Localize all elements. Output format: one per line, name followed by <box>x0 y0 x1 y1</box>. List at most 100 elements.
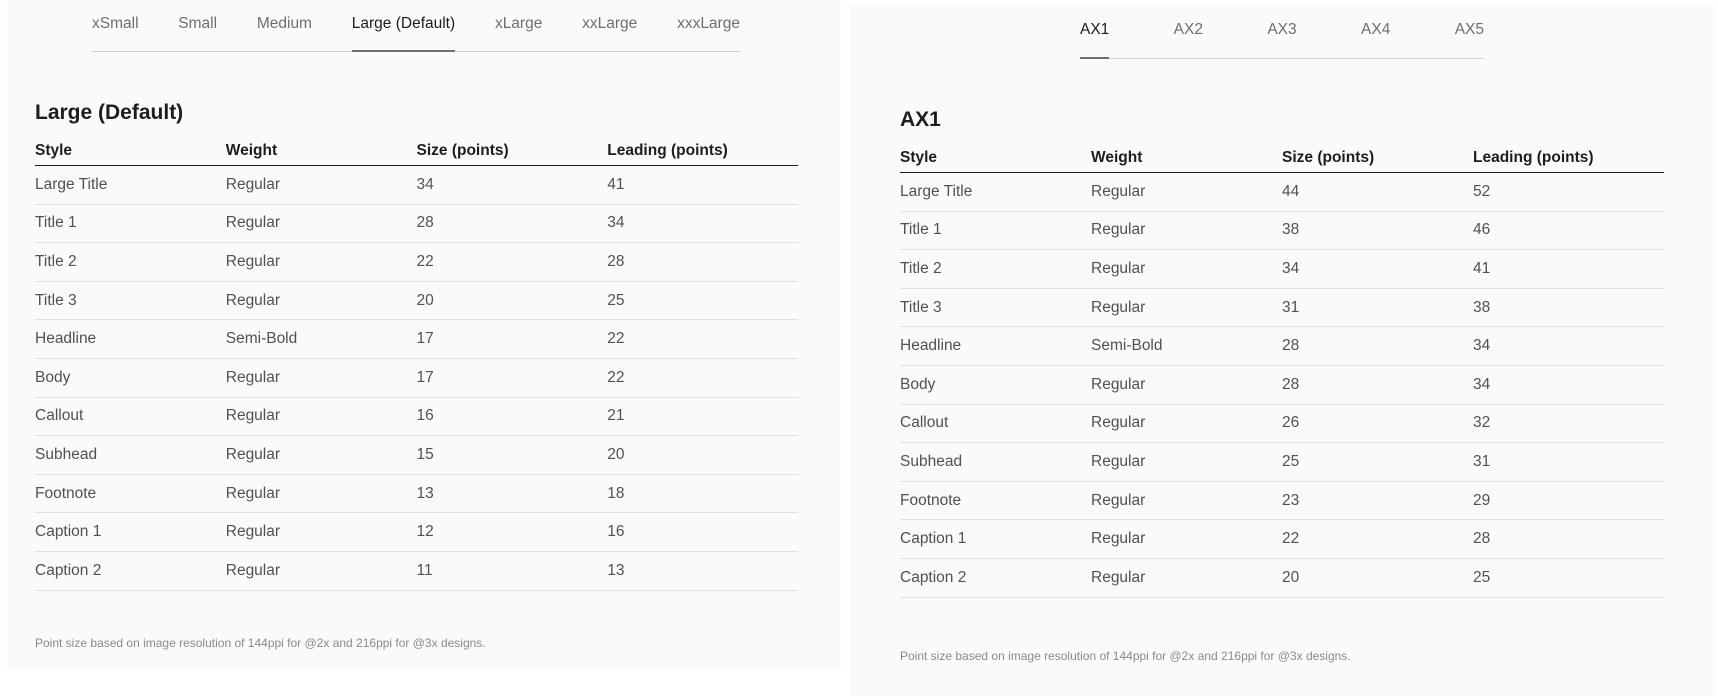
table-row: Title 1 Regular 28 34 <box>35 204 798 244</box>
section-heading: Large (Default) <box>35 101 184 124</box>
tab-xsmall[interactable]: xSmall <box>92 0 139 51</box>
column-header: Size (points) <box>416 141 608 166</box>
table-cell: 13 <box>607 551 798 591</box>
table-row: Title 2 Regular 34 41 <box>900 249 1664 289</box>
table-cell: 15 <box>416 435 608 475</box>
table-cell: Regular <box>1091 365 1282 405</box>
footnote-text: Point size based on image resolution of … <box>35 636 486 650</box>
tab-xxlarge[interactable]: xxLarge <box>582 0 637 51</box>
table-cell: Regular <box>225 281 417 321</box>
table-cell: Regular <box>1091 519 1282 559</box>
accessibility-size-tabs: AX1 AX2 AX3 AX4 AX5 <box>1080 6 1484 59</box>
table-cell: 22 <box>607 358 798 398</box>
table-cell: Regular <box>1091 172 1282 212</box>
tab-ax4[interactable]: AX4 <box>1361 6 1390 58</box>
table-cell: Subhead <box>900 442 1091 482</box>
table-cell: 16 <box>416 397 608 437</box>
table-row: Title 1 Regular 38 46 <box>900 211 1664 251</box>
table-row: Title 3 Regular 31 38 <box>900 288 1664 328</box>
table-cell: 17 <box>416 319 608 359</box>
table-row: Footnote Regular 13 18 <box>35 474 798 514</box>
table-cell: 11 <box>416 551 608 591</box>
table-cell: Caption 1 <box>35 512 226 552</box>
table-cell: 31 <box>1473 442 1664 482</box>
tab-ax1[interactable]: AX1 <box>1080 6 1110 59</box>
table-cell: Footnote <box>900 481 1091 521</box>
column-header: Style <box>900 148 1091 173</box>
table-cell: Body <box>900 365 1091 405</box>
table-row: Caption 2 Regular 11 13 <box>35 551 798 591</box>
table-cell: 16 <box>607 512 798 552</box>
table-cell: Caption 2 <box>900 558 1091 598</box>
tab-small[interactable]: Small <box>178 0 217 51</box>
table-cell: 21 <box>607 397 798 437</box>
table-cell: Regular <box>225 242 417 282</box>
table-cell: Regular <box>225 397 417 437</box>
table-cell: 34 <box>1473 365 1664 405</box>
table-cell: Regular <box>1091 288 1282 328</box>
table-cell: 12 <box>416 512 608 552</box>
table-cell: 38 <box>1282 211 1473 251</box>
table-cell: Regular <box>1091 558 1282 598</box>
tab-ax2[interactable]: AX2 <box>1174 6 1203 58</box>
table-cell: Callout <box>900 404 1091 444</box>
table-cell: 22 <box>1282 519 1473 559</box>
table-header-row: Style Weight Size (points) Leading (points) <box>35 141 798 166</box>
table-cell: 25 <box>607 281 798 321</box>
tab-ax5[interactable]: AX5 <box>1455 6 1484 58</box>
table-row: Callout Regular 26 32 <box>900 404 1664 444</box>
table-cell: Semi-Bold <box>1091 326 1282 366</box>
table-cell: 26 <box>1282 404 1473 444</box>
table-cell: Regular <box>225 512 417 552</box>
table-cell: 34 <box>1282 249 1473 289</box>
table-cell: Regular <box>1091 249 1282 289</box>
table-cell: 20 <box>1282 558 1473 598</box>
table-cell: Title 2 <box>900 249 1091 289</box>
table-cell: 23 <box>1282 481 1473 521</box>
table-cell: Title 1 <box>900 211 1091 251</box>
tab-xlarge[interactable]: xLarge <box>495 0 542 51</box>
column-header: Leading (points) <box>607 141 798 166</box>
section-heading: AX1 <box>900 108 941 131</box>
tab-large-default[interactable]: Large (Default) <box>351 0 456 52</box>
table-cell: 13 <box>416 474 608 514</box>
table-cell: Semi-Bold <box>225 319 417 359</box>
table-cell: 28 <box>416 204 608 244</box>
table-cell: Large Title <box>35 165 226 205</box>
right-panel: AX1 AX2 AX3 AX4 AX5 AX1 Style Weight Size (poi… <box>850 6 1716 696</box>
tab-medium[interactable]: Medium <box>257 0 312 51</box>
table-header-row: Style Weight Size (points) Leading (points) <box>900 148 1664 173</box>
tab-xxxlarge[interactable]: xxxLarge <box>677 0 740 51</box>
table-cell: 20 <box>607 435 798 475</box>
table-cell: 32 <box>1473 404 1664 444</box>
table-cell: Subhead <box>35 435 226 475</box>
table-cell: 25 <box>1282 442 1473 482</box>
table-cell: Caption 2 <box>35 551 226 591</box>
table-row: Footnote Regular 23 29 <box>900 481 1664 521</box>
table-cell: 22 <box>607 319 798 359</box>
tab-ax3[interactable]: AX3 <box>1267 6 1296 58</box>
table-cell: Regular <box>225 204 417 244</box>
table-cell: 17 <box>416 358 608 398</box>
table-cell: 34 <box>1473 326 1664 366</box>
column-header: Weight <box>225 141 417 166</box>
table-cell: Headline <box>35 319 226 359</box>
table-row: Caption 1 Regular 22 28 <box>900 519 1664 559</box>
table-row: Caption 2 Regular 20 25 <box>900 558 1664 598</box>
column-header: Style <box>35 141 226 166</box>
table-cell: Body <box>35 358 226 398</box>
size-tabs: xSmall Small Medium Large (Default) xLarge xx… <box>92 0 740 52</box>
table-cell: Regular <box>225 435 417 475</box>
table-cell: 25 <box>1473 558 1664 598</box>
table-row: Large Title Regular 34 41 <box>35 165 798 205</box>
table-cell: 46 <box>1473 211 1664 251</box>
table-cell: Title 1 <box>35 204 226 244</box>
table-cell: 18 <box>607 474 798 514</box>
table-cell: 34 <box>607 204 798 244</box>
table-cell: 22 <box>416 242 608 282</box>
table-cell: Title 2 <box>35 242 226 282</box>
table-cell: Regular <box>225 551 417 591</box>
table-cell: 41 <box>607 165 798 205</box>
left-panel: xSmall Small Medium Large (Default) xLarge xx… <box>7 0 841 669</box>
type-size-table: Style Weight Size (points) Leading (points)… <box>900 148 1664 598</box>
